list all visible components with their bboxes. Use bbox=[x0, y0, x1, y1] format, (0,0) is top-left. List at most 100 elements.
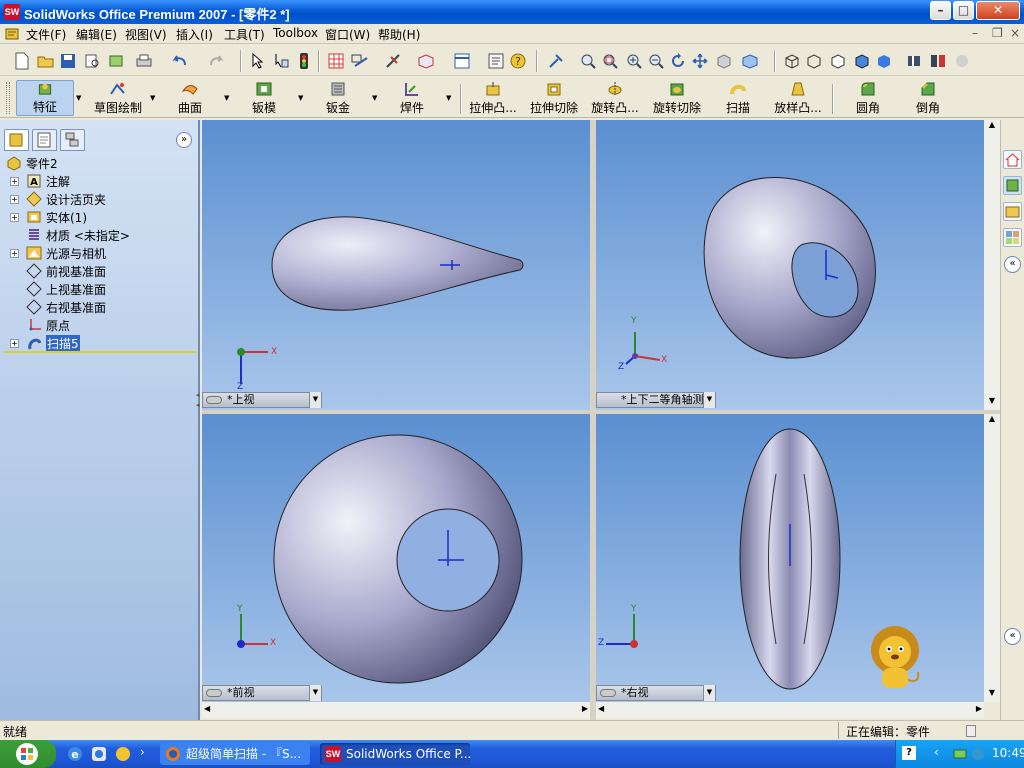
pan-icon[interactable] bbox=[690, 51, 710, 71]
rotate-view-icon[interactable] bbox=[668, 51, 688, 71]
internet-explorer-icon[interactable]: e bbox=[66, 745, 84, 763]
file-explorer-icon[interactable] bbox=[1003, 202, 1022, 221]
rebuild-options-icon[interactable] bbox=[106, 51, 126, 71]
menu-file[interactable]: 文件(F) bbox=[26, 26, 66, 43]
view-orientation-icon[interactable] bbox=[740, 51, 760, 71]
undo-icon[interactable] bbox=[170, 51, 190, 71]
rollback-bar[interactable] bbox=[4, 351, 196, 353]
taskbar-item-firefox[interactable]: 超级简单扫描 - 『S... bbox=[160, 743, 310, 765]
scroll-left-icon[interactable]: ◀ bbox=[598, 704, 604, 713]
tab-weldments[interactable]: 焊件 bbox=[390, 80, 434, 116]
link-views-icon[interactable] bbox=[206, 689, 222, 697]
link-views-icon[interactable] bbox=[600, 689, 616, 697]
chevron-down-icon[interactable]: ▼ bbox=[703, 685, 715, 701]
chevron-down-icon[interactable]: ▼ bbox=[298, 94, 303, 102]
tree-item-front-plane[interactable]: 前视基准面 bbox=[0, 262, 196, 280]
scroll-right-icon[interactable]: ▶ bbox=[582, 704, 588, 713]
revolve-cut-button[interactable]: 旋转切除 bbox=[650, 80, 704, 116]
scroll-right-icon[interactable]: ▶ bbox=[976, 704, 982, 713]
expand-icon[interactable]: + bbox=[10, 339, 19, 348]
sweep-button[interactable]: 扫描 bbox=[718, 80, 758, 116]
tree-item-sweep5[interactable]: + 扫描5 bbox=[0, 334, 196, 352]
tab-property-manager[interactable] bbox=[32, 129, 57, 151]
toolbar-grip[interactable] bbox=[6, 82, 10, 114]
shaded-with-edges-icon[interactable] bbox=[852, 51, 872, 71]
collapse-task-pane-icon[interactable]: « bbox=[1004, 256, 1021, 273]
print-icon[interactable] bbox=[134, 51, 154, 71]
tree-item-design-binder[interactable]: + 设计活页夹 bbox=[0, 190, 196, 208]
tree-item-origin[interactable]: 原点 bbox=[0, 316, 196, 334]
show-hidden-icons[interactable]: ‹ bbox=[934, 745, 939, 759]
resize-grip-icon[interactable] bbox=[966, 725, 976, 737]
tree-item-solid-bodies[interactable]: + 实体(1) bbox=[0, 208, 196, 226]
view-label-right[interactable]: *右视 ▼ bbox=[596, 685, 716, 701]
expand-icon[interactable]: + bbox=[10, 177, 19, 186]
tab-features[interactable]: 特征 bbox=[16, 80, 74, 116]
tab-feature-tree[interactable] bbox=[4, 129, 29, 151]
scroll-down-icon[interactable]: ▼ bbox=[984, 396, 1000, 410]
hidden-lines-visible-icon[interactable] bbox=[804, 51, 824, 71]
select-filter-icon[interactable] bbox=[272, 51, 292, 71]
new-document-icon[interactable] bbox=[12, 51, 32, 71]
taskbar-item-solidworks[interactable]: SW SolidWorks Office P... bbox=[320, 743, 471, 765]
minimize-button[interactable]: – bbox=[930, 1, 951, 20]
zoom-area-icon[interactable] bbox=[600, 51, 620, 71]
zoom-in-out-icon[interactable] bbox=[624, 51, 644, 71]
wireframe-icon[interactable] bbox=[782, 51, 802, 71]
link-views-icon[interactable] bbox=[206, 396, 222, 404]
viewport-splitter-vertical[interactable] bbox=[590, 120, 596, 720]
fillet-button[interactable]: 圆角 bbox=[850, 80, 886, 116]
scroll-down-icon[interactable]: ▼ bbox=[984, 688, 1000, 702]
display-mode-icon[interactable] bbox=[714, 51, 734, 71]
tree-root[interactable]: 零件2 bbox=[0, 154, 196, 172]
expand-task-pane-icon[interactable]: « bbox=[1004, 628, 1021, 645]
sketch-options-icon[interactable] bbox=[350, 51, 370, 71]
tree-item-material[interactable]: 材质 <未指定> bbox=[0, 226, 196, 244]
network-icon[interactable] bbox=[952, 746, 968, 762]
realview-icon[interactable] bbox=[952, 51, 972, 71]
menu-window[interactable]: 窗口(W) bbox=[325, 26, 370, 43]
chevron-down-icon[interactable]: ▼ bbox=[703, 392, 715, 408]
chevron-down-icon[interactable]: ▼ bbox=[150, 94, 155, 102]
viewport-dimetric[interactable]: Y X Z *上下二等角轴测 ▼ bbox=[596, 120, 984, 410]
tab-configuration-manager[interactable] bbox=[60, 129, 85, 151]
view-label-top[interactable]: *上视 ▼ bbox=[202, 392, 322, 408]
restore-button[interactable]: □ bbox=[953, 1, 974, 20]
menu-view[interactable]: 视图(V) bbox=[125, 26, 167, 43]
viewport-top[interactable]: X Z *上视 ▼ bbox=[202, 120, 590, 410]
sketch-pin-icon[interactable] bbox=[546, 51, 566, 71]
smart-dimension-icon[interactable] bbox=[384, 51, 404, 71]
tree-item-top-plane[interactable]: 上视基准面 bbox=[0, 280, 196, 298]
doc-restore-button[interactable]: ❐ bbox=[992, 26, 1003, 40]
tree-item-right-plane[interactable]: 右视基准面 bbox=[0, 298, 196, 316]
view-palette-icon[interactable] bbox=[1003, 228, 1022, 247]
grid-icon[interactable] bbox=[326, 51, 346, 71]
3d-view-icon[interactable] bbox=[416, 51, 436, 71]
help-tray-icon[interactable]: ? bbox=[902, 746, 916, 760]
menu-toolbox[interactable]: Toolbox bbox=[273, 26, 318, 40]
quick-launch-app-icon[interactable] bbox=[90, 745, 108, 763]
expand-icon[interactable]: + bbox=[10, 249, 19, 258]
zoom-to-fit-icon[interactable] bbox=[578, 51, 598, 71]
chevron-down-icon[interactable]: ▼ bbox=[309, 392, 321, 408]
extrude-boss-button[interactable]: 拉伸凸... bbox=[466, 80, 520, 116]
office-assistant-lion-icon[interactable] bbox=[860, 622, 930, 692]
select-arrow-icon[interactable] bbox=[248, 51, 268, 71]
chevron-down-icon[interactable]: ▼ bbox=[446, 94, 451, 102]
revolve-boss-button[interactable]: 旋转凸... bbox=[588, 80, 642, 116]
start-button[interactable] bbox=[0, 740, 56, 768]
viewport-right[interactable]: Y Z *右视 ▼ bbox=[596, 414, 984, 702]
redo-icon[interactable] bbox=[206, 51, 226, 71]
tab-sheet-metal[interactable]: 钣金 bbox=[316, 80, 360, 116]
solidworks-menu-icon[interactable] bbox=[4, 26, 20, 42]
app-logo-icon[interactable]: SW bbox=[4, 4, 20, 20]
expand-icon[interactable]: + bbox=[10, 195, 19, 204]
save-icon[interactable] bbox=[58, 51, 78, 71]
messenger-icon[interactable] bbox=[970, 746, 986, 762]
horizontal-scrollbar[interactable]: ◀ ▶ bbox=[596, 702, 984, 718]
chevron-down-icon[interactable]: ▼ bbox=[76, 94, 81, 102]
chamfer-button[interactable]: 倒角 bbox=[910, 80, 946, 116]
chevron-down-icon[interactable]: ▼ bbox=[309, 685, 321, 701]
tab-mold[interactable]: 钣模 bbox=[242, 80, 286, 116]
close-button[interactable]: ✕ bbox=[976, 1, 1020, 20]
